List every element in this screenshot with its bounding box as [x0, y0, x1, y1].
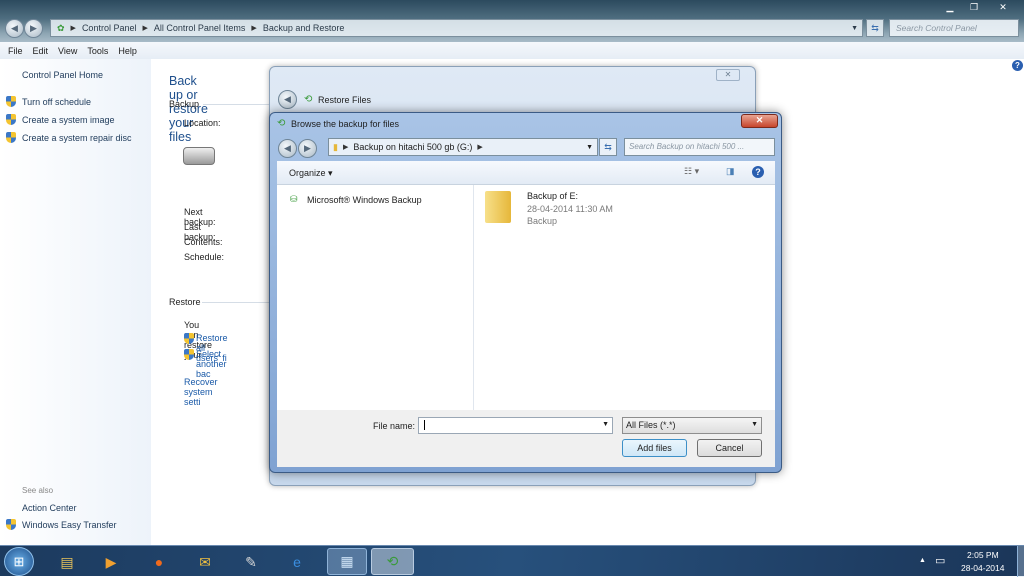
menu-edit[interactable]: Edit — [28, 46, 54, 56]
create-repair-disc-link[interactable]: Create a system repair disc — [22, 133, 132, 143]
clock-date[interactable]: 28-04-2014 — [961, 563, 1004, 573]
control-panel-icon: ✿ — [57, 22, 65, 33]
restore-files-title: Restore Files — [318, 95, 372, 105]
control-panel-home-link[interactable]: Control Panel Home — [22, 70, 103, 80]
file-name-label: File name: — [373, 421, 416, 431]
restore-section-heading: Restore — [169, 297, 201, 307]
shield-icon — [184, 333, 194, 344]
file-type-select[interactable]: All Files (*.*) ▼ — [622, 417, 762, 434]
forward-button[interactable]: ▶ — [298, 139, 317, 158]
toolbar: Organize ▾ ☷ ▾ ◨ ? — [277, 161, 775, 185]
recover-system-settings-link[interactable]: Recover system setti — [184, 377, 218, 407]
divider — [203, 104, 273, 105]
refresh-icon[interactable]: ⇆ — [599, 138, 617, 156]
media-player-icon[interactable]: ▶ — [98, 550, 124, 574]
navigation-pane: ⛁ Microsoft® Windows Backup — [277, 185, 474, 410]
outlook-icon[interactable]: ✉ — [192, 550, 218, 574]
address-dropdown-icon[interactable]: ▼ — [586, 144, 593, 151]
back-button[interactable]: ◀ — [278, 139, 297, 158]
backup-taskbar-button[interactable]: ⟲ — [371, 548, 414, 575]
show-desktop-button[interactable] — [1017, 546, 1024, 577]
dropdown-icon: ▼ — [751, 421, 758, 428]
create-system-image-link[interactable]: Create a system image — [22, 115, 115, 125]
menu-file[interactable]: File — [3, 46, 28, 56]
menu-view[interactable]: View — [53, 46, 82, 56]
dropdown-icon[interactable]: ▼ — [602, 421, 609, 428]
file-item-backup-of-e[interactable] — [485, 191, 515, 225]
location-label: Location: — [184, 118, 221, 128]
menu-bar: File Edit View Tools Help — [0, 42, 1024, 59]
windows-backup-icon: ⛁ — [290, 194, 298, 204]
internet-explorer-icon[interactable]: e — [284, 550, 310, 574]
restore-icon: ⟲ — [304, 94, 313, 105]
sidebar: Control Panel Home Turn off schedule Cre… — [0, 59, 151, 545]
dialog-title: Browse the backup for files — [291, 119, 400, 129]
select-another-backup-link[interactable]: Select another bac — [196, 349, 227, 379]
dialog-footer: File name: ▼ All Files (*.*) ▼ Add files… — [277, 410, 775, 467]
easy-transfer-link[interactable]: Windows Easy Transfer — [22, 520, 117, 530]
paint-icon[interactable]: ✎ — [238, 550, 264, 574]
firefox-icon[interactable]: ● — [146, 550, 172, 574]
shield-icon — [184, 349, 194, 360]
address-bar[interactable]: ✿ ▶ Control Panel ▶ All Control Panel Item… — [50, 19, 863, 37]
breadcrumb-control-panel[interactable]: Control Panel — [82, 23, 137, 33]
breadcrumb-all-items[interactable]: All Control Panel Items — [154, 23, 246, 33]
address-dropdown-icon[interactable]: ▼ — [851, 25, 858, 32]
breadcrumb-backup-restore[interactable]: Backup and Restore — [263, 23, 345, 33]
file-name[interactable]: Backup of E: — [527, 191, 578, 201]
close-button[interactable]: ✕ — [716, 69, 740, 81]
explorer-icon[interactable]: ▤ — [54, 550, 80, 574]
close-button[interactable]: ✕ — [988, 0, 1018, 14]
shield-icon — [6, 132, 16, 143]
forward-button[interactable]: ▶ — [24, 19, 43, 38]
file-name-input[interactable]: ▼ — [418, 417, 613, 434]
taskbar: ⊞ ▤ ▶ ● ✉ ✎ e ▦ ⟲ ▲ ▭ 2:05 PM 28-04-2014 — [0, 545, 1024, 577]
show-hidden-icons[interactable]: ▲ — [919, 557, 926, 564]
control-panel-taskbar-button[interactable]: ▦ — [327, 548, 367, 575]
menu-tools[interactable]: Tools — [82, 46, 113, 56]
file-list: Backup of E: 28-04-2014 11:30 AM Backup — [474, 185, 775, 410]
backup-section-heading: Backup — [169, 99, 200, 109]
shield-icon — [6, 96, 16, 107]
folder-icon — [485, 191, 511, 223]
browse-backup-dialog: ⟲ Browse the backup for files ✕ ◀ ▶ ▮ ▶ … — [269, 112, 782, 473]
close-button[interactable]: ✕ — [741, 114, 778, 128]
dialog-address-bar[interactable]: ▮ ▶ Backup on hitachi 500 gb (G:) ▶ ▼ — [328, 138, 598, 156]
view-options-icon[interactable]: ☷ ▾ — [684, 166, 699, 177]
menu-help[interactable]: Help — [113, 46, 142, 56]
file-date: 28-04-2014 11:30 AM — [527, 204, 613, 214]
network-icon[interactable]: ▭ — [935, 554, 945, 567]
path-crumb[interactable]: Backup on hitachi 500 gb (G:) — [353, 142, 472, 152]
search-input[interactable]: Search Control Panel — [889, 19, 1019, 37]
preview-pane-icon[interactable]: ◨ — [726, 166, 735, 177]
turn-off-schedule-link[interactable]: Turn off schedule — [22, 97, 91, 107]
maximize-button[interactable]: ❐ — [962, 0, 986, 14]
refresh-icon[interactable]: ⇆ — [866, 19, 884, 37]
divider — [202, 302, 272, 303]
folder-icon: ▮ — [333, 141, 338, 152]
organize-button[interactable]: Organize ▾ — [289, 168, 333, 179]
back-button[interactable]: ◀ — [278, 90, 297, 109]
see-also-heading: See also — [22, 486, 54, 495]
add-files-button[interactable]: Add files — [622, 439, 687, 457]
back-button[interactable]: ◀ — [5, 19, 24, 38]
help-icon[interactable]: ? — [752, 166, 764, 178]
page-title: Back up or restore your files — [169, 74, 208, 144]
contents-label: Contents: — [184, 237, 223, 247]
dialog-icon: ⟲ — [277, 118, 286, 129]
shield-icon — [6, 519, 16, 530]
schedule-label: Schedule: — [184, 252, 225, 262]
minimize-button[interactable]: ▁ — [938, 0, 962, 14]
action-center-link[interactable]: Action Center — [22, 503, 77, 513]
dialog-search-input[interactable]: Search Backup on hitachi 500 ... — [624, 138, 775, 156]
drive-icon — [183, 147, 215, 165]
start-button[interactable]: ⊞ — [4, 547, 34, 576]
cancel-button[interactable]: Cancel — [697, 439, 762, 457]
explorer-title-bar: ◀ ▶ ✿ ▶ Control Panel ▶ All Control Panel … — [0, 0, 1024, 42]
clock-time[interactable]: 2:05 PM — [967, 550, 999, 560]
shield-icon — [6, 114, 16, 125]
help-icon[interactable]: ? — [1012, 60, 1023, 71]
file-type: Backup — [527, 216, 558, 226]
tree-item-windows-backup[interactable]: Microsoft® Windows Backup — [307, 195, 422, 205]
